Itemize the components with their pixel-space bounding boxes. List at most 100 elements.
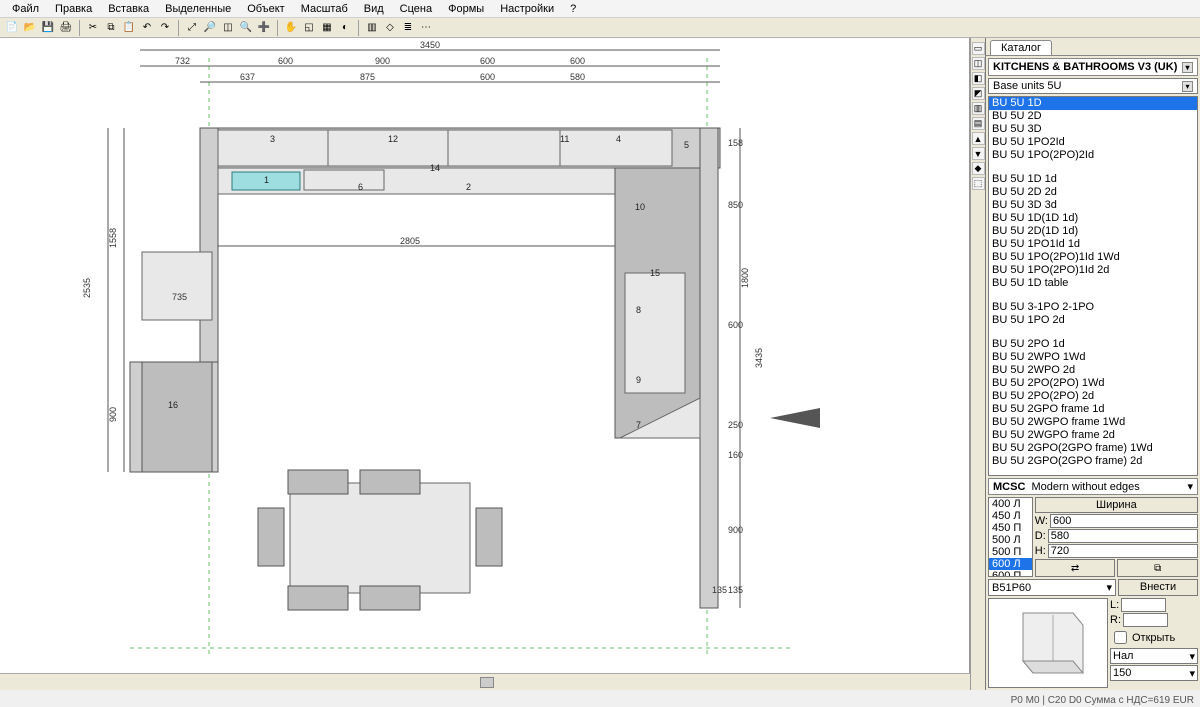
new-icon[interactable]: 📄 — [4, 20, 20, 36]
dim-h-input[interactable] — [1048, 544, 1198, 558]
wireframe-icon[interactable]: ▦ — [319, 20, 335, 36]
catalog-item[interactable]: BU 5U 1D table — [989, 277, 1197, 290]
link-icon[interactable]: ⇄ — [1035, 559, 1116, 577]
chevron-down-icon[interactable]: ▾ — [1106, 581, 1112, 594]
cut-icon[interactable]: ✂ — [85, 20, 101, 36]
catalog-item[interactable]: BU 5U 1D 1d — [989, 173, 1197, 186]
catalog-library-select[interactable]: KITCHENS & BATHROOMS V3 (UK) ▾ — [988, 58, 1198, 76]
undo-icon[interactable]: ↶ — [139, 20, 155, 36]
zoom-window-icon[interactable]: ◫ — [220, 20, 236, 36]
dim-d-input[interactable] — [1048, 529, 1198, 543]
catalog-item[interactable] — [989, 468, 1197, 476]
catalog-item[interactable]: BU 5U 2WPO 2d — [989, 364, 1197, 377]
view3d-icon[interactable]: ◱ — [301, 20, 317, 36]
size-item[interactable]: 450 П — [989, 522, 1032, 534]
catalog-item[interactable]: BU 5U 1PO1Id 1d — [989, 238, 1197, 251]
vtool-icon[interactable]: ▤ — [972, 117, 985, 130]
vtool-icon[interactable]: ▲ — [972, 132, 985, 145]
catalog-item[interactable]: BU 5U 1PO(2PO)2Id — [989, 149, 1197, 162]
catalog-item[interactable]: BU 5U 2D(1D 1d) — [989, 225, 1197, 238]
catalog-item[interactable]: BU 5U 1PO 2d — [989, 314, 1197, 327]
print-icon[interactable]: 🖨 — [58, 20, 74, 36]
horizontal-scrollbar[interactable] — [0, 673, 970, 690]
catalog-item[interactable]: BU 5U 3D — [989, 123, 1197, 136]
snap-icon[interactable]: ◇ — [382, 20, 398, 36]
vtool-icon[interactable]: ⬚ — [972, 177, 985, 190]
catalog-item[interactable]: BU 5U 2GPO(2GPO frame) 1Wd — [989, 442, 1197, 455]
size-item[interactable]: 600 П — [989, 570, 1032, 577]
catalog-item[interactable]: BU 5U 2PO(2PO) 1Wd — [989, 377, 1197, 390]
catalog-item[interactable]: BU 5U 1PO2Id — [989, 136, 1197, 149]
chevron-down-icon[interactable]: ▾ — [1182, 62, 1193, 73]
menu-help[interactable]: ? — [564, 2, 582, 16]
zoom-fit-icon[interactable]: ⤢ — [184, 20, 200, 36]
catalog-item[interactable]: BU 5U 2PO 1d — [989, 338, 1197, 351]
chevron-down-icon[interactable]: ▾ — [1187, 480, 1193, 493]
menu-file[interactable]: Файл — [6, 2, 45, 16]
more-icon[interactable]: ⋯ — [418, 20, 434, 36]
catalog-item[interactable]: BU 5U 2WPO 1Wd — [989, 351, 1197, 364]
vtool-icon[interactable]: ◧ — [972, 72, 985, 85]
redo-icon[interactable]: ↷ — [157, 20, 173, 36]
copy-params-icon[interactable]: ⧉ — [1117, 559, 1198, 577]
vtool-icon[interactable]: ▼ — [972, 147, 985, 160]
catalog-item-list[interactable]: BU 5U 1DBU 5U 2DBU 5U 3DBU 5U 1PO2IdBU 5… — [988, 96, 1198, 476]
menu-object[interactable]: Объект — [241, 2, 290, 16]
vtool-icon[interactable]: ▥ — [972, 102, 985, 115]
catalog-item[interactable]: BU 5U 2GPO(2GPO frame) 2d — [989, 455, 1197, 468]
size-item[interactable]: 400 Л — [989, 498, 1032, 510]
size-item[interactable]: 500 Л — [989, 534, 1032, 546]
insert-button[interactable]: Внести — [1118, 579, 1198, 596]
open-checkbox[interactable] — [1114, 631, 1127, 644]
catalog-item[interactable]: BU 5U 1D — [989, 97, 1197, 110]
dim-w-input[interactable] — [1050, 514, 1198, 528]
menu-scale[interactable]: Масштаб — [295, 2, 354, 16]
open-icon[interactable]: 📂 — [22, 20, 38, 36]
chevron-down-icon[interactable]: ▾ — [1182, 81, 1193, 92]
menu-scene[interactable]: Сцена — [394, 2, 438, 16]
catalog-item[interactable]: BU 5U 1PO(2PO)1Id 1Wd — [989, 251, 1197, 264]
menu-forms[interactable]: Формы — [442, 2, 490, 16]
vtool-icon[interactable]: ◆ — [972, 162, 985, 175]
size-item[interactable]: 500 П — [989, 546, 1032, 558]
catalog-item[interactable]: BU 5U 3-1PO 2-1PO — [989, 301, 1197, 314]
catalog-item[interactable]: BU 5U 3D 3d — [989, 199, 1197, 212]
catalog-item[interactable]: BU 5U 2WGPO frame 1Wd — [989, 416, 1197, 429]
style-select[interactable]: MCSC Modern without edges ▾ — [988, 478, 1198, 495]
offset-l-input[interactable] — [1121, 598, 1166, 612]
catalog-item[interactable]: BU 5U 2WGPO frame 2d — [989, 429, 1197, 442]
menu-view[interactable]: Вид — [358, 2, 390, 16]
layers-icon[interactable]: ≣ — [400, 20, 416, 36]
catalog-item[interactable]: BU 5U 2GPO frame 1d — [989, 403, 1197, 416]
menu-selected[interactable]: Выделенные — [159, 2, 237, 16]
vtool-icon[interactable]: ◫ — [972, 57, 985, 70]
save-icon[interactable]: 💾 — [40, 20, 56, 36]
catalog-item[interactable]: BU 5U 2D — [989, 110, 1197, 123]
copy-icon[interactable]: ⧉ — [103, 20, 119, 36]
menu-settings[interactable]: Настройки — [494, 2, 560, 16]
paste-icon[interactable]: 📋 — [121, 20, 137, 36]
zoom-in-icon[interactable]: ➕ — [256, 20, 272, 36]
size-list[interactable]: 400 Л450 Л450 П500 Л500 П600 Л600 П — [988, 497, 1033, 577]
model-select[interactable]: B51P60 ▾ — [988, 579, 1116, 596]
catalog-item[interactable] — [989, 290, 1197, 301]
qty-select[interactable]: 150▾ — [1110, 665, 1198, 681]
catalog-item[interactable]: BU 5U 2D 2d — [989, 186, 1197, 199]
shade-icon[interactable]: ◐ — [337, 20, 353, 36]
grid-icon[interactable]: ▥ — [364, 20, 380, 36]
vtool-icon[interactable]: ◩ — [972, 87, 985, 100]
scrollbar-thumb[interactable] — [480, 677, 494, 688]
size-item[interactable]: 450 Л — [989, 510, 1032, 522]
catalog-item[interactable]: BU 5U 2PO(2PO) 2d — [989, 390, 1197, 403]
catalog-category-select[interactable]: Base units 5U ▾ — [988, 78, 1198, 94]
size-item[interactable]: 600 Л — [989, 558, 1032, 570]
menu-insert[interactable]: Вставка — [102, 2, 155, 16]
menu-edit[interactable]: Правка — [49, 2, 98, 16]
catalog-item[interactable]: BU 5U 1PO(2PO)1Id 2d — [989, 264, 1197, 277]
catalog-item[interactable] — [989, 327, 1197, 338]
offset-r-input[interactable] — [1123, 613, 1168, 627]
direction-select[interactable]: Нал▾ — [1110, 648, 1198, 664]
width-button[interactable]: Ширина — [1035, 497, 1198, 513]
vtool-icon[interactable]: ▭ — [972, 42, 985, 55]
catalog-tab[interactable]: Каталог — [990, 40, 1052, 55]
